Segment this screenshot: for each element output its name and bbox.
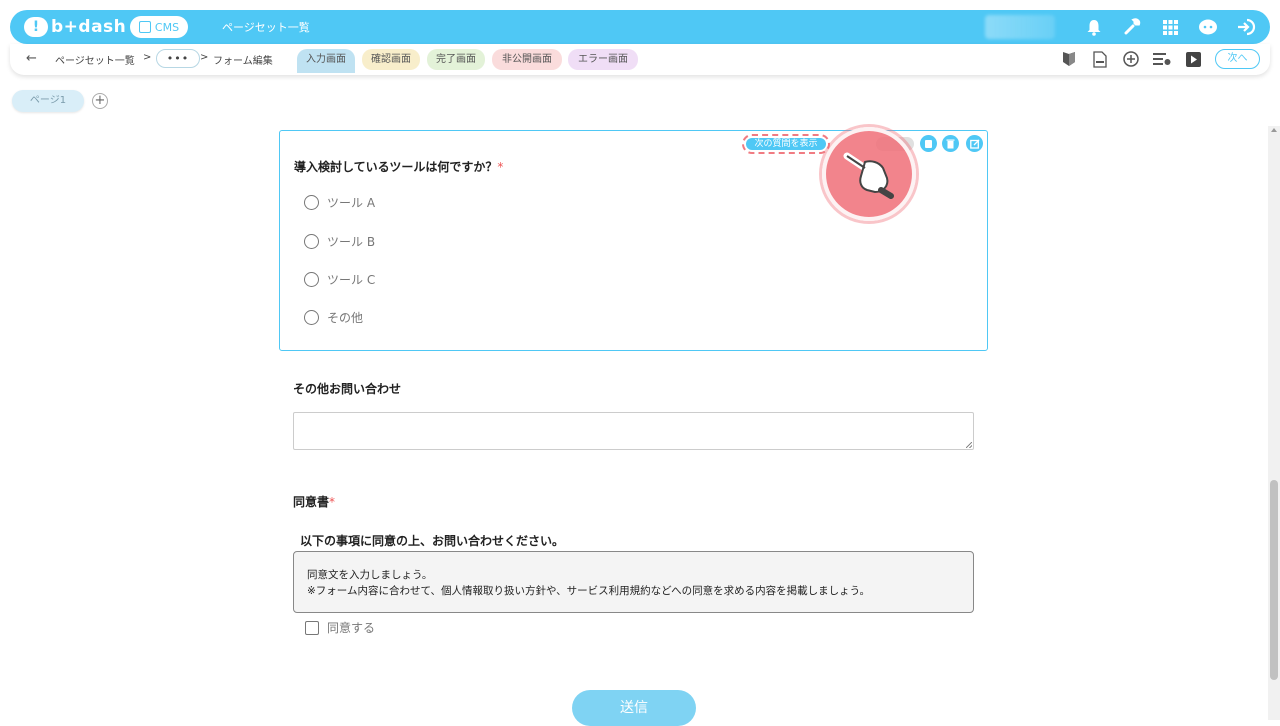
shield-icon[interactable] — [1060, 50, 1078, 68]
user-info[interactable] — [985, 15, 1055, 39]
other-inquiry-label: その他お問い合わせ — [293, 382, 402, 396]
agree-checkbox[interactable] — [305, 620, 319, 635]
required-mark: * — [497, 160, 504, 174]
logo-icon: ! — [24, 17, 48, 37]
edit-icon[interactable] — [966, 135, 983, 152]
top-bar: ! b+dash CMS ページセット一覧 — [10, 10, 1270, 44]
bell-icon[interactable] — [1084, 17, 1104, 37]
consent-line-2: ※フォーム内容に合わせて、個人情報取り扱い方針や、サービス利用規約などへの同意を… — [307, 585, 870, 597]
agree-checkbox-label: 同意する — [327, 621, 376, 635]
top-icons — [1066, 10, 1256, 44]
radio-button[interactable] — [304, 272, 319, 287]
radio-button[interactable] — [304, 310, 319, 325]
html-file-icon[interactable] — [1091, 50, 1109, 68]
breadcrumb-ellipsis-button[interactable]: ••• — [156, 49, 200, 68]
list-settings-icon[interactable] — [1153, 50, 1171, 68]
agree-checkbox-row[interactable]: 同意する — [305, 619, 375, 636]
copy-icon[interactable] — [920, 135, 937, 152]
grid-icon[interactable] — [1160, 17, 1180, 37]
option-label: その他 — [327, 311, 364, 325]
cms-button[interactable]: CMS — [130, 16, 188, 38]
trash-icon[interactable] — [942, 135, 959, 152]
page-title: ページセット一覧 — [222, 21, 310, 34]
tab-complete-screen[interactable]: 完了画面 — [427, 49, 485, 70]
sub-toolbar: 次へ — [1047, 48, 1260, 70]
radio-button[interactable] — [304, 234, 319, 249]
consent-text-box: 同意文を入力しましょう。 ※フォーム内容に合わせて、個人情報取り扱い方針や、サー… — [293, 551, 974, 613]
tab-input-screen[interactable]: 入力画面 — [297, 49, 355, 73]
page-tab-1[interactable]: ページ1 — [12, 90, 84, 112]
radio-button[interactable] — [304, 195, 319, 210]
consent-heading: 以下の事項に同意の上、お問い合わせください。 — [300, 534, 565, 548]
question-title: 導入検討しているツールは何ですか？* — [294, 158, 503, 175]
play-icon[interactable] — [1184, 50, 1202, 68]
radio-option-other[interactable]: その他 — [304, 309, 363, 326]
option-label: ツール B — [327, 235, 376, 249]
breadcrumb-form-edit: フォーム編集 — [213, 56, 273, 67]
cms-label: CMS — [154, 20, 180, 34]
question-title-text: 導入検討しているツールは何ですか？ — [294, 160, 498, 174]
resize-handle-icon[interactable] — [966, 442, 972, 448]
scroll-up-arrow-icon[interactable] — [1271, 128, 1277, 132]
add-circle-icon[interactable] — [1122, 50, 1140, 68]
required-mark: * — [329, 495, 336, 509]
tab-error-screen[interactable]: エラー画面 — [568, 49, 638, 70]
radio-option-tool-a[interactable]: ツール A — [304, 194, 375, 211]
option-label: ツール C — [327, 273, 376, 287]
logout-icon[interactable] — [1236, 17, 1256, 37]
logo[interactable]: ! b+dash — [24, 16, 126, 38]
breadcrumb-page-set-list[interactable]: ページセット一覧 — [55, 52, 135, 67]
support-icon[interactable] — [1198, 17, 1218, 37]
option-label: ツール A — [327, 196, 376, 210]
next-button[interactable]: 次へ — [1215, 49, 1260, 69]
tab-confirm-screen[interactable]: 確認画面 — [362, 49, 420, 70]
consent-line-1: 同意文を入力しましょう。 — [307, 569, 433, 581]
sub-bar: ← ページセット一覧 > ••• > フォーム編集 入力画面 確認画面 完了画面… — [10, 44, 1270, 75]
add-page-button[interactable]: + — [92, 93, 108, 109]
wrench-icon[interactable] — [1122, 17, 1142, 37]
radio-option-tool-c[interactable]: ツール C — [304, 271, 375, 288]
consent-label: 同意書* — [293, 493, 335, 510]
radio-option-tool-b[interactable]: ツール B — [304, 233, 375, 250]
other-inquiry-textarea[interactable] — [293, 412, 974, 450]
breadcrumb-separator: > — [143, 52, 152, 63]
scrollbar-thumb[interactable] — [1270, 480, 1278, 680]
tab-private-screen[interactable]: 非公開画面 — [492, 49, 562, 70]
breadcrumb-separator: > — [200, 52, 209, 63]
show-next-question-button[interactable]: 次の質問を表示 — [742, 134, 830, 154]
question-block[interactable]: 導入検討しているツールは何ですか？* ツール A ツール B ツール C その他… — [279, 127, 988, 351]
consent-label-text: 同意書 — [293, 495, 330, 509]
edit-icon — [138, 21, 151, 33]
logo-text: b+dash — [51, 17, 127, 37]
show-next-question-label: 次の質問を表示 — [746, 138, 826, 150]
pointer-hand-icon — [822, 127, 916, 221]
submit-button[interactable]: 送信 — [572, 690, 696, 726]
back-arrow-icon[interactable]: ← — [26, 51, 37, 66]
